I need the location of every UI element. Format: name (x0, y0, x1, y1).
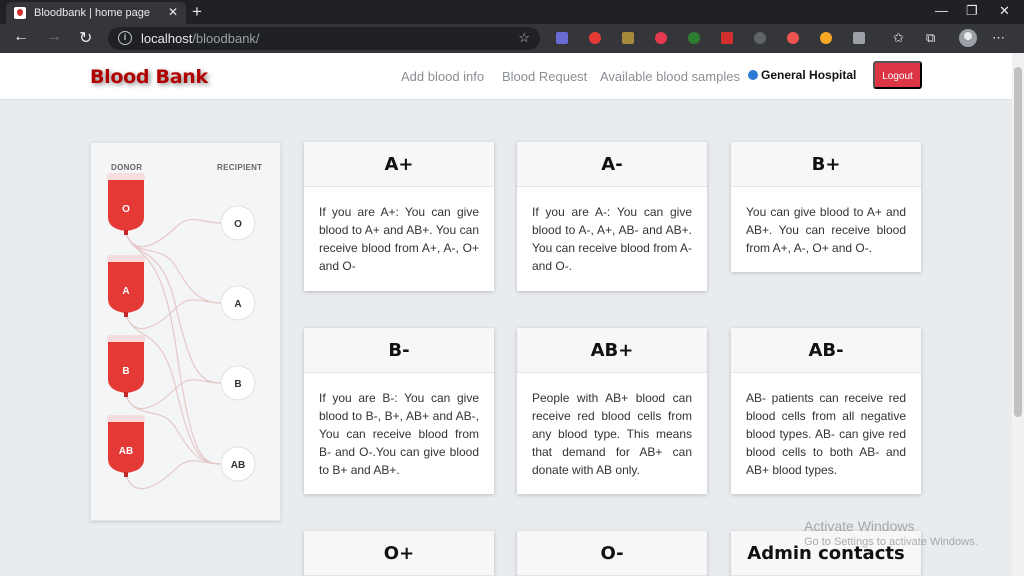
address-bar[interactable]: i localhost/bloodbank/ ☆ (108, 27, 540, 50)
site-info-icon[interactable]: i (118, 31, 132, 45)
card-text: You can give blood to A+ and AB+. You ca… (746, 205, 906, 255)
back-icon[interactable]: ← (13, 28, 29, 46)
extension-play-icon[interactable] (754, 32, 766, 44)
scrollbar-thumb[interactable] (1014, 67, 1022, 417)
reload-icon[interactable]: ↻ (79, 28, 92, 48)
url-text: localhost/bloodbank/ (141, 31, 260, 46)
card-title: O- (517, 531, 707, 576)
close-window-icon[interactable]: ✕ (999, 3, 1010, 19)
card-text: AB- patients can receive red blood cells… (746, 391, 906, 477)
recipient-type-label: O (234, 219, 242, 230)
browser-tab[interactable]: Bloodbank | home page ✕ (6, 2, 186, 24)
browser-tab-strip: Bloodbank | home page ✕ + — ❐ ✕ (0, 0, 1024, 24)
extension-tp-icon[interactable] (721, 32, 733, 44)
nav-add-blood-info[interactable]: Add blood info (401, 69, 484, 84)
forward-icon[interactable]: → (46, 28, 62, 46)
page-scrollbar[interactable] (1012, 53, 1024, 576)
close-tab-icon[interactable]: ✕ (168, 5, 178, 19)
brand-logo[interactable]: Blood Bank (90, 66, 208, 88)
blood-card-o-negative: O- (517, 531, 707, 576)
nav-available-blood-samples[interactable]: Available blood samples (600, 69, 740, 84)
card-text: People with AB+ blood can receive red bl… (532, 391, 692, 477)
card-text: If you are A-: You can give blood to A-,… (532, 205, 692, 273)
recipient-node: B (220, 365, 256, 401)
blood-card-a-negative: A- If you are A-: You can give blood to … (517, 142, 707, 291)
blood-card-b-positive: B+ You can give blood to A+ and AB+. You… (731, 142, 921, 272)
new-tab-icon[interactable]: + (192, 2, 202, 22)
card-text: If you are A+: You can give blood to A+ … (319, 205, 479, 273)
blood-drop-favicon-icon (14, 7, 26, 19)
card-title: A+ (304, 142, 494, 187)
card-title: O+ (304, 531, 494, 576)
compatibility-diagram: OABABOABAB (107, 173, 256, 490)
donor-type-label: AB (119, 446, 133, 457)
hospital-name[interactable]: General Hospital (748, 68, 856, 82)
extension-cookie-icon[interactable] (820, 32, 832, 44)
blood-card-ab-negative: AB- AB- patients can receive red blood c… (731, 328, 921, 494)
blood-card-o-positive: O+ (304, 531, 494, 576)
recipient-node: A (220, 285, 256, 321)
site-navbar: Blood Bank Add blood info Blood Request … (0, 53, 1012, 100)
recipient-node: AB (220, 446, 256, 482)
extension-red-icon[interactable] (589, 32, 601, 44)
card-title: A- (517, 142, 707, 187)
card-title: B- (304, 328, 494, 373)
extension-green-icon[interactable] (688, 32, 700, 44)
recipient-type-label: A (234, 299, 241, 310)
blood-card-a-positive: A+ If you are A+: You can give blood to … (304, 142, 494, 291)
activate-windows-watermark: Activate Windows Go to Settings to activ… (804, 518, 978, 548)
nav-blood-request[interactable]: Blood Request (502, 69, 587, 84)
hospital-icon (748, 70, 758, 80)
extension-shield-icon[interactable] (853, 32, 865, 44)
extension-pink-icon[interactable] (655, 32, 667, 44)
profile-avatar-icon[interactable] (959, 29, 977, 47)
collections-icon[interactable]: ⧉ (926, 30, 935, 46)
extension-folder-icon[interactable] (622, 32, 634, 44)
blood-compatibility-chart: DONOR RECIPIENT O A B AB O A B AB (90, 142, 281, 521)
browser-toolbar: ← → ↻ i localhost/bloodbank/ ☆ ✩ ⧉ ⋯ (0, 24, 1024, 53)
donor-bag-icon: AB (107, 415, 145, 477)
card-title: AB- (731, 328, 921, 373)
recipient-type-label: B (234, 379, 241, 390)
recipient-type-label: AB (231, 460, 245, 471)
donor-type-label: A (122, 286, 129, 297)
donor-type-label: B (122, 366, 129, 377)
minimize-icon[interactable]: — (935, 3, 948, 18)
logout-button[interactable]: Logout (873, 61, 922, 89)
page-viewport: Blood Bank Add blood info Blood Request … (0, 53, 1012, 576)
restore-icon[interactable]: ❐ (966, 3, 978, 19)
donor-bag-icon: O (107, 173, 145, 235)
tab-title: Bloodbank | home page (34, 7, 150, 19)
donor-bag-icon: A (107, 255, 145, 317)
bookmark-star-icon[interactable]: ☆ (518, 30, 530, 46)
extension-t-icon[interactable] (787, 32, 799, 44)
donor-type-label: O (122, 204, 130, 215)
blood-card-ab-positive: AB+ People with AB+ blood can receive re… (517, 328, 707, 494)
card-title: AB+ (517, 328, 707, 373)
recipient-node: O (220, 205, 256, 241)
favorites-icon[interactable]: ✩ (893, 30, 904, 46)
card-title: B+ (731, 142, 921, 187)
more-menu-icon[interactable]: ⋯ (992, 30, 1005, 46)
blood-card-b-negative: B- If you are B-: You can give blood to … (304, 328, 494, 494)
extension-list-icon[interactable] (556, 32, 568, 44)
donor-bag-icon: B (107, 335, 145, 397)
card-text: If you are B-: You can give blood to B-,… (319, 391, 479, 477)
